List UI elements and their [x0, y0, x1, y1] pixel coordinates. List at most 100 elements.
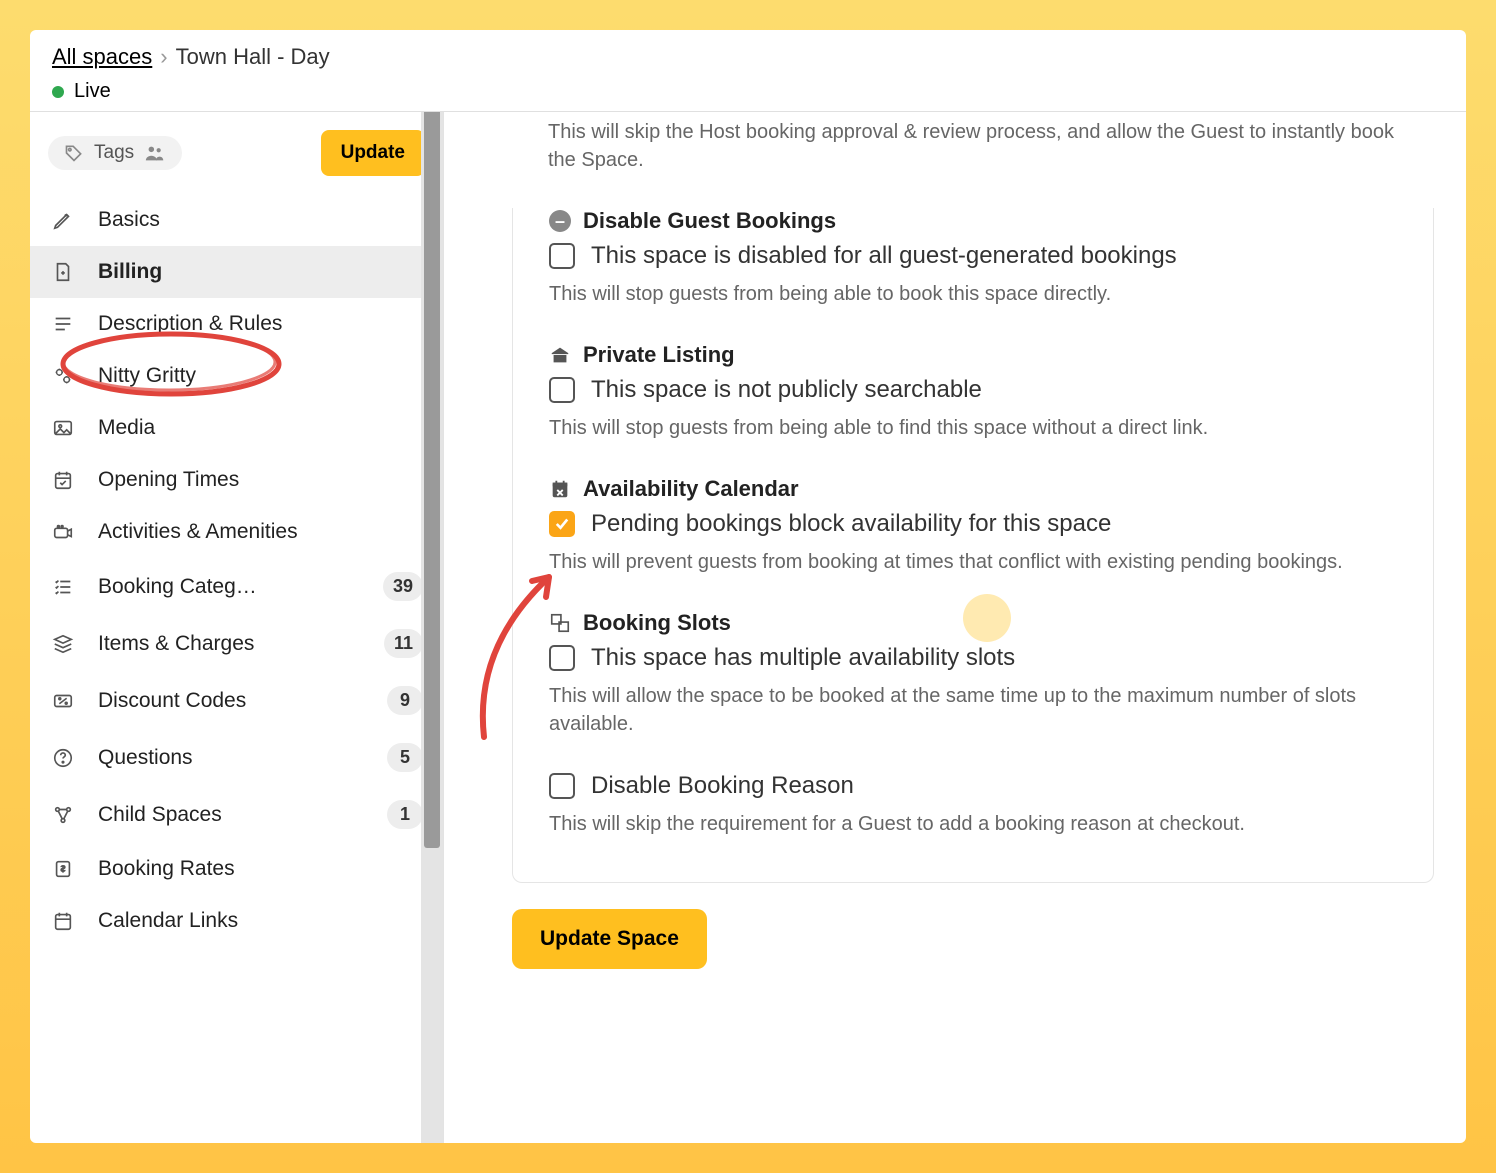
sidebar-item-label: Basics	[98, 208, 423, 232]
calendar-check-icon	[50, 469, 76, 491]
sidebar-item-label: Booking Categ…	[98, 575, 361, 599]
status-row: Live	[52, 80, 1444, 103]
sidebar-item-items-charges[interactable]: Items & Charges 11	[30, 615, 443, 672]
count-badge: 1	[387, 800, 423, 829]
graph-icon	[50, 804, 76, 826]
sidebar-item-child-spaces[interactable]: Child Spaces 1	[30, 786, 443, 843]
calendar-x-icon	[549, 478, 571, 500]
sidebar-item-discount-codes[interactable]: Discount Codes 9	[30, 672, 443, 729]
private-listing-option[interactable]: This space is not publicly searchable	[549, 376, 1397, 404]
section-availability-calendar: Availability Calendar Pending bookings b…	[549, 476, 1397, 576]
sidebar-item-label: Discount Codes	[98, 689, 365, 713]
sidebar-item-opening-times[interactable]: Opening Times	[30, 454, 443, 506]
section-title: Disable Guest Bookings	[583, 208, 836, 234]
camera-icon	[50, 521, 76, 543]
breadcrumb-root-link[interactable]: All spaces	[52, 44, 152, 70]
section-title: Availability Calendar	[583, 476, 799, 502]
stack-icon	[50, 633, 76, 655]
section-heading: Availability Calendar	[549, 476, 1397, 502]
sidebar-item-label: Activities & Amenities	[98, 520, 423, 544]
section-help: This will stop guests from being able to…	[549, 280, 1397, 308]
section-disable-booking-reason: Disable Booking Reason This will skip th…	[549, 772, 1397, 838]
tags-row: Tags Update	[30, 124, 443, 194]
slots-icon	[549, 612, 571, 634]
section-help: This will stop guests from being able to…	[549, 414, 1397, 442]
body: Tags Update Basics Billing Description &…	[30, 112, 1466, 1143]
update-space-button[interactable]: Update Space	[512, 909, 707, 969]
checkbox-checked-icon[interactable]	[549, 511, 575, 537]
sidebar-item-label: Billing	[98, 260, 423, 284]
sidebar-item-nitty-gritty[interactable]: Nitty Gritty	[30, 350, 443, 402]
highlight-circle	[963, 594, 1011, 642]
dollar-icon	[50, 858, 76, 880]
status-dot-icon	[52, 86, 64, 98]
sidebar-item-billing[interactable]: Billing	[30, 246, 443, 298]
section-disable-guest-bookings: – Disable Guest Bookings This space is d…	[549, 208, 1397, 308]
sidebar-item-label: Child Spaces	[98, 803, 365, 827]
sidebar-item-booking-rates[interactable]: Booking Rates	[30, 843, 443, 895]
sidebar-item-label: Description & Rules	[98, 312, 423, 336]
update-button[interactable]: Update	[321, 130, 425, 176]
tags-chip[interactable]: Tags	[48, 136, 182, 170]
section-title: Booking Slots	[583, 610, 731, 636]
status-label: Live	[74, 80, 111, 103]
disable-booking-reason-option[interactable]: Disable Booking Reason	[549, 772, 1397, 800]
percent-icon	[50, 690, 76, 712]
main-panel: This will skip the Host booking approval…	[444, 112, 1466, 1143]
section-heading: Private Listing	[549, 342, 1397, 368]
page-header: All spaces › Town Hall - Day Live	[30, 30, 1466, 112]
count-badge: 11	[384, 629, 423, 658]
section-help: This will skip the requirement for a Gue…	[549, 810, 1397, 838]
checklist-icon	[50, 576, 76, 598]
checkbox-unchecked-icon[interactable]	[549, 773, 575, 799]
pending-bookings-option[interactable]: Pending bookings block availability for …	[549, 510, 1397, 538]
disable-bookings-option[interactable]: This space is disabled for all guest-gen…	[549, 242, 1397, 270]
scrollbar-track[interactable]	[421, 112, 443, 1143]
count-badge: 39	[383, 572, 423, 601]
sidebar-item-booking-categories[interactable]: Booking Categ… 39	[30, 558, 443, 615]
sidebar-item-calendar-links[interactable]: Calendar Links	[30, 895, 443, 947]
instant-book-help: This will skip the Host booking approval…	[512, 112, 1434, 174]
breadcrumb: All spaces › Town Hall - Day	[52, 44, 1444, 70]
section-help: This will allow the space to be booked a…	[549, 682, 1397, 738]
section-heading: – Disable Guest Bookings	[549, 208, 1397, 234]
sidebar-item-questions[interactable]: Questions 5	[30, 729, 443, 786]
sidebar-item-label: Nitty Gritty	[98, 364, 423, 388]
checkbox-unchecked-icon[interactable]	[549, 645, 575, 671]
checkbox-unchecked-icon[interactable]	[549, 377, 575, 403]
chevron-right-icon: ›	[160, 44, 167, 70]
checkbox-unchecked-icon[interactable]	[549, 243, 575, 269]
sidebar-item-media[interactable]: Media	[30, 402, 443, 454]
sidebar-item-activities[interactable]: Activities & Amenities	[30, 506, 443, 558]
sidebar-item-description[interactable]: Description & Rules	[30, 298, 443, 350]
option-label: Disable Booking Reason	[591, 772, 854, 800]
count-badge: 5	[387, 743, 423, 772]
settings-card: – Disable Guest Bookings This space is d…	[512, 208, 1434, 883]
image-icon	[50, 417, 76, 439]
people-icon	[144, 142, 166, 164]
pencil-icon	[50, 209, 76, 231]
breadcrumb-current: Town Hall - Day	[176, 44, 330, 70]
invoice-icon	[50, 261, 76, 283]
nav-list: Basics Billing Description & Rules Nitty…	[30, 194, 443, 947]
scrollbar-thumb[interactable]	[424, 112, 440, 848]
option-label: This space is not publicly searchable	[591, 376, 982, 404]
calendar-icon	[50, 910, 76, 932]
sidebar-item-basics[interactable]: Basics	[30, 194, 443, 246]
sidebar: Tags Update Basics Billing Description &…	[30, 112, 444, 1143]
tags-label: Tags	[94, 142, 134, 164]
minus-circle-icon: –	[549, 210, 571, 232]
option-label: Pending bookings block availability for …	[591, 510, 1111, 538]
lines-icon	[50, 313, 76, 335]
building-icon	[549, 344, 571, 366]
question-icon	[50, 747, 76, 769]
count-badge: 9	[387, 686, 423, 715]
sidebar-item-label: Questions	[98, 746, 365, 770]
sidebar-item-label: Calendar Links	[98, 909, 423, 933]
multiple-slots-option[interactable]: This space has multiple availability slo…	[549, 644, 1397, 672]
sidebar-item-label: Media	[98, 416, 423, 440]
section-help: This will prevent guests from booking at…	[549, 548, 1397, 576]
sidebar-item-label: Booking Rates	[98, 857, 423, 881]
option-label: This space is disabled for all guest-gen…	[591, 242, 1177, 270]
section-private-listing: Private Listing This space is not public…	[549, 342, 1397, 442]
